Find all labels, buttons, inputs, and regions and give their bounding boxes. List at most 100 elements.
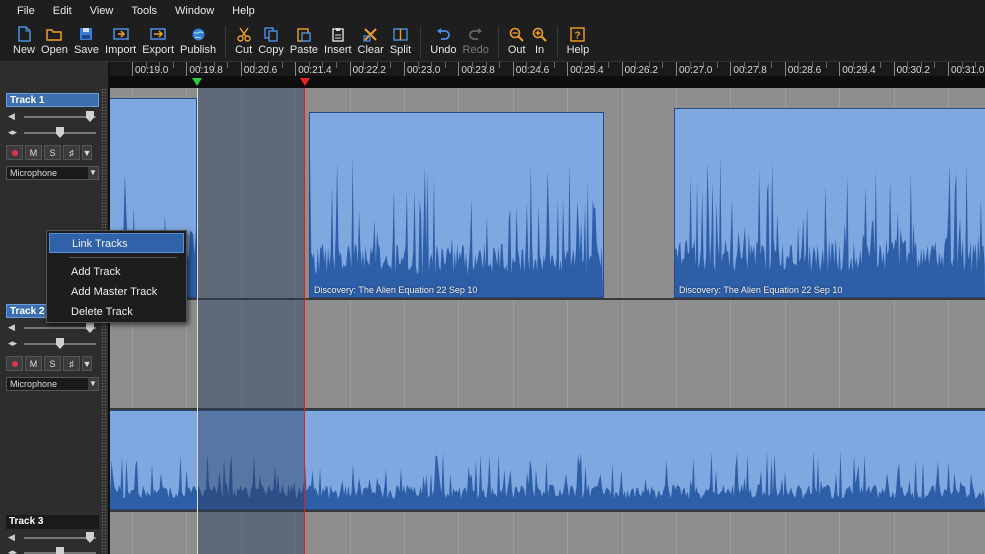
- save-button[interactable]: Save: [71, 24, 102, 60]
- menu-item-add-track[interactable]: Add Track: [49, 262, 184, 282]
- lane-grid-line: [458, 512, 460, 554]
- track-3-title[interactable]: Track 3: [6, 515, 99, 529]
- track-2-pan-slider[interactable]: ◂▸: [8, 338, 98, 350]
- track-2-volume-slider[interactable]: ◀: [8, 322, 98, 334]
- redo-arrow-icon: [468, 26, 484, 42]
- ruler-minor-tick: [431, 62, 433, 68]
- track-3-pan-slider[interactable]: ◂▸: [8, 547, 98, 554]
- menu-view[interactable]: View: [81, 0, 123, 22]
- copy-icon: [263, 26, 279, 42]
- track-1-volume-slider[interactable]: ◀: [8, 111, 98, 123]
- track-3-volume-slider[interactable]: ◀: [8, 532, 98, 544]
- menu-item-add-master-track[interactable]: Add Master Track: [49, 282, 184, 302]
- ruler-minor-tick: [159, 62, 161, 68]
- track-3-lane[interactable]: [110, 512, 985, 554]
- lane-grid-line: [839, 512, 841, 554]
- ruler-minor-tick: [798, 62, 800, 68]
- ruler-time-label: 00:26.2: [624, 65, 658, 76]
- ruler-time-label: 00:22.2: [352, 65, 386, 76]
- slider-knob[interactable]: [56, 127, 64, 138]
- audio-clip[interactable]: Discovery: The Alien Equation 22 Sep 10: [309, 112, 604, 298]
- open-button[interactable]: Open: [38, 24, 71, 60]
- toolbar-divider: [225, 26, 227, 58]
- slider-knob[interactable]: [56, 547, 64, 554]
- menu-item-delete-track[interactable]: Delete Track: [49, 302, 184, 322]
- import-button[interactable]: Import: [102, 24, 139, 60]
- effects-button[interactable]: ♯: [63, 145, 80, 160]
- lane-grid-line: [730, 300, 732, 408]
- slider-knob[interactable]: [56, 338, 64, 349]
- paste-button[interactable]: Paste: [287, 24, 321, 60]
- zoom-out-button[interactable]: Out: [505, 24, 529, 60]
- menu-help[interactable]: Help: [223, 0, 264, 22]
- track-1-input-select[interactable]: Microphone ▼: [6, 166, 99, 180]
- menu-tools[interactable]: Tools: [122, 0, 166, 22]
- lane-grid-line: [404, 300, 405, 408]
- export-button[interactable]: Export: [139, 24, 177, 60]
- volume-icon: ◀: [8, 532, 15, 542]
- ruler-tick: [295, 62, 297, 76]
- playhead-line[interactable]: [304, 88, 305, 554]
- new-button[interactable]: New: [10, 24, 38, 60]
- track-1-title[interactable]: Track 1: [6, 93, 99, 107]
- ruler-minor-tick: [703, 62, 705, 68]
- track-1-pan-slider[interactable]: ◂▸: [8, 127, 98, 139]
- lane-grid-line: [132, 512, 133, 554]
- ruler-marker-band[interactable]: [110, 76, 985, 88]
- menu-item-link-tracks[interactable]: Link Tracks: [49, 233, 184, 253]
- ruler-minor-tick: [880, 62, 881, 68]
- mute-button[interactable]: M: [25, 356, 42, 371]
- help-button[interactable]: ? Help: [564, 24, 593, 60]
- effects-button[interactable]: ♯: [63, 356, 80, 371]
- ruler-minor-tick: [757, 62, 759, 68]
- slider-knob[interactable]: [86, 532, 94, 543]
- playhead-marker[interactable]: [300, 78, 310, 86]
- track-2-lane[interactable]: [110, 300, 985, 408]
- ruler-minor-tick: [635, 62, 637, 68]
- solo-button[interactable]: S: [44, 356, 61, 371]
- split-button[interactable]: Split: [387, 24, 414, 60]
- slider-track: [24, 327, 96, 329]
- slider-knob[interactable]: [86, 111, 94, 122]
- copy-button[interactable]: Copy: [255, 24, 287, 60]
- toolbar-divider: [556, 26, 558, 58]
- slider-knob[interactable]: [86, 322, 94, 333]
- record-arm-button[interactable]: [6, 356, 23, 371]
- record-arm-button[interactable]: [6, 145, 23, 160]
- publish-button[interactable]: Publish: [177, 24, 219, 60]
- play-start-marker[interactable]: [192, 78, 202, 86]
- lane-grid-line: [893, 512, 895, 554]
- insert-button[interactable]: Insert: [321, 24, 355, 60]
- menu-window[interactable]: Window: [166, 0, 223, 22]
- ruler-minor-tick: [934, 62, 936, 68]
- ruler-time-label: 00:20.6: [243, 65, 278, 76]
- track-2-input-select[interactable]: Microphone ▼: [6, 377, 99, 391]
- zoom-in-button[interactable]: In: [529, 24, 551, 60]
- volume-icon: ◀: [8, 111, 15, 121]
- audio-clip[interactable]: [110, 410, 985, 510]
- audio-clip[interactable]: Discovery: The Alien Equation 22 Sep 10: [674, 108, 985, 298]
- ruler-tick: [893, 62, 895, 76]
- mute-button[interactable]: M: [25, 145, 42, 160]
- track-options-dropdown[interactable]: ▼: [82, 356, 92, 371]
- undo-button[interactable]: Undo: [427, 24, 459, 60]
- menu-file[interactable]: File: [8, 0, 44, 22]
- lane-grid-line: [349, 512, 351, 554]
- clipboard-paste-icon: [296, 26, 312, 42]
- help-question-icon: ?: [570, 26, 586, 42]
- ruler-time-label: 00:23.0: [407, 65, 441, 76]
- slider-track: [24, 116, 96, 118]
- lane-grid-line: [948, 300, 949, 408]
- menu-edit[interactable]: Edit: [44, 0, 81, 22]
- waveform-shape: [110, 450, 985, 509]
- svg-text:?: ?: [575, 30, 581, 41]
- solo-button[interactable]: S: [44, 145, 61, 160]
- clear-button[interactable]: Clear: [355, 24, 387, 60]
- redo-button[interactable]: Redo: [460, 24, 492, 60]
- ruler-minor-tick: [417, 62, 419, 68]
- import-film-icon: [112, 26, 129, 42]
- cut-button[interactable]: Cut: [232, 24, 255, 60]
- lane-grid-line: [186, 512, 188, 554]
- track-options-dropdown[interactable]: ▼: [82, 145, 92, 160]
- ruler-minor-tick: [485, 62, 487, 68]
